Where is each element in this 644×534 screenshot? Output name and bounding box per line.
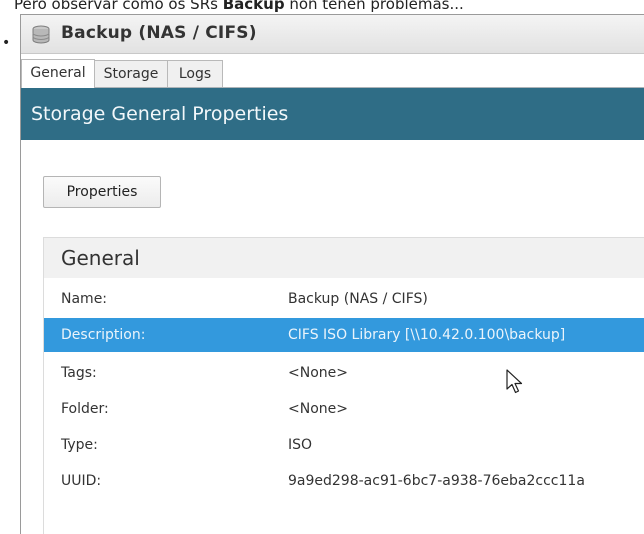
property-row-uuid[interactable]: UUID: 9a9ed298-ac91-6bc7-a938-76eba2ccc1…	[44, 464, 644, 498]
property-value: CIFS ISO Library [\\10.42.0.100\backup]	[288, 327, 566, 343]
property-label: Type:	[61, 437, 98, 453]
property-label: Description:	[61, 327, 146, 343]
window-titlebar: Backup (NAS / CIFS)	[21, 15, 644, 54]
window-title: Backup (NAS / CIFS)	[61, 23, 257, 43]
property-label: Folder:	[61, 401, 109, 417]
tab-general[interactable]: General	[21, 59, 95, 88]
mouse-pointer-icon	[506, 369, 523, 394]
list-bullet: •	[2, 35, 11, 51]
tab-storage[interactable]: Storage	[94, 60, 168, 87]
page-header: Storage General Properties	[21, 88, 644, 140]
tab-logs[interactable]: Logs	[167, 60, 223, 87]
property-value: 9a9ed298-ac91-6bc7-a938-76eba2ccc11a	[288, 473, 585, 489]
property-value: ISO	[288, 437, 313, 453]
storage-window: Backup (NAS / CIFS) General Storage Logs…	[20, 14, 644, 534]
properties-button[interactable]: Properties	[43, 176, 161, 208]
property-value: <None>	[288, 401, 348, 417]
property-value: <None>	[288, 365, 348, 381]
property-label: Tags:	[61, 365, 97, 381]
caption-bold: Backup	[222, 0, 285, 13]
tab-bar: General Storage Logs	[21, 54, 644, 88]
property-row-folder[interactable]: Folder: <None>	[44, 392, 644, 426]
database-icon	[32, 25, 50, 44]
property-label: UUID:	[61, 473, 102, 489]
general-section: General Name: Backup (NAS / CIFS) Descri…	[43, 237, 644, 534]
section-title: General	[44, 238, 644, 278]
property-value: Backup (NAS / CIFS)	[288, 291, 428, 307]
property-row-tags[interactable]: Tags: <None>	[44, 356, 644, 390]
property-row-name[interactable]: Name: Backup (NAS / CIFS)	[44, 282, 644, 316]
caption-end: non teñen problemas...	[284, 0, 464, 13]
property-row-type[interactable]: Type: ISO	[44, 428, 644, 462]
property-label: Name:	[61, 291, 108, 307]
caption-start: Pero observar como os SRs	[14, 0, 223, 13]
caption-text: Pero observar como os SRs Backup non teñ…	[14, 0, 464, 14]
property-row-description[interactable]: Description: CIFS ISO Library [\\10.42.0…	[44, 318, 644, 352]
